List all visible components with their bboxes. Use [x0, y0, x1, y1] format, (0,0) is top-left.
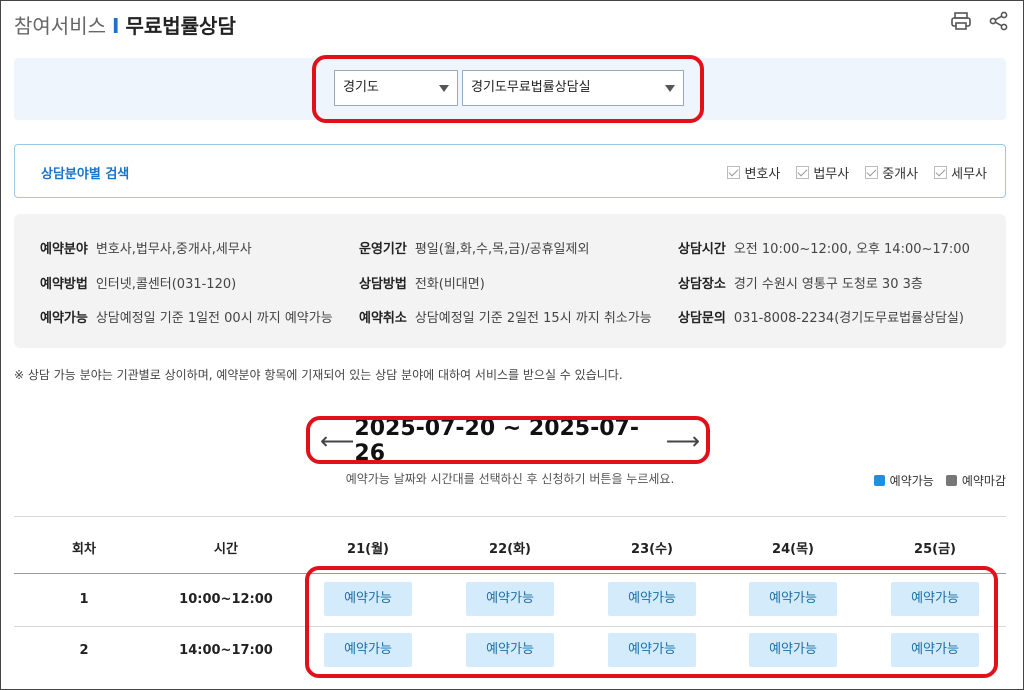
info-key: 상담장소 [678, 277, 726, 292]
breadcrumb-separator: I [112, 14, 120, 38]
legend-swatch-available [873, 475, 885, 486]
highlight-slots [305, 566, 998, 678]
info-place: 상담장소 경기 수원시 영통구 도청로 30 3층 [678, 273, 923, 292]
checkbox-realtor[interactable]: 중개사 [865, 163, 918, 182]
field-checkbox-group: 변호사 법무사 중개사 세무사 [727, 163, 987, 182]
col-header-round: 회차 [72, 542, 96, 557]
info-period: 운영기간 평일(월,화,수,목,금)/공휴일제외 [359, 238, 589, 257]
info-value: 평일(월,화,수,목,금)/공휴일제외 [414, 242, 590, 257]
checkbox-label: 법무사 [813, 167, 850, 182]
checkbox-legal-scrivener[interactable]: 법무사 [796, 163, 849, 182]
legend-label: 예약마감 [961, 474, 1006, 488]
checkbox-label: 변호사 [744, 167, 781, 182]
info-time: 상담시간 오전 10:00~12:00, 오후 14:00~17:00 [678, 238, 970, 257]
table-row-round: 2 [79, 643, 89, 658]
checkbox-lawyer[interactable]: 변호사 [727, 163, 780, 182]
info-consult: 상담방법 전화(비대면) [359, 273, 485, 292]
info-value: 상담예정일 기준 1일전 00시 까지 예약가능 [95, 311, 333, 326]
legend-available: 예약가능 [873, 472, 934, 489]
info-avail: 예약가능 상담예정일 기준 1일전 00시 까지 예약가능 [40, 307, 333, 326]
check-icon[interactable] [796, 166, 810, 179]
page-title: 무료법률상담 [125, 14, 236, 38]
check-icon[interactable] [727, 166, 741, 179]
check-icon[interactable] [865, 166, 879, 179]
info-value: 경기 수원시 영통구 도청로 30 3층 [733, 277, 923, 292]
print-icon[interactable] [950, 10, 972, 32]
col-header-day-23: 23(수) [631, 542, 673, 557]
legend-closed: 예약마감 [945, 472, 1006, 489]
check-icon[interactable] [934, 166, 948, 179]
info-key: 예약방법 [40, 277, 88, 292]
highlight-region-select [312, 55, 704, 123]
header-tools [950, 10, 1010, 32]
col-header-day-25: 25(금) [914, 542, 956, 557]
info-field: 예약분야 변호사,법무사,중개사,세무사 [40, 238, 252, 257]
field-search-panel: 상담분야별 검색 변호사 법무사 중개사 세무사 [14, 144, 1006, 198]
table-row-time: 14:00~17:00 [179, 643, 273, 658]
info-value: 인터넷,콜센터(031-120) [95, 277, 237, 292]
info-value: 상담예정일 기준 2일전 15시 까지 취소가능 [414, 311, 652, 326]
info-key: 상담방법 [359, 277, 407, 292]
info-value: 변호사,법무사,중개사,세무사 [95, 242, 252, 257]
page-header: 참여서비스 I 무료법률상담 [14, 10, 236, 39]
checkbox-label: 세무사 [951, 167, 987, 182]
col-header-day-24: 24(목) [772, 542, 814, 557]
info-value: 전화(비대면) [414, 277, 485, 292]
breadcrumb[interactable]: 참여서비스 [14, 14, 106, 38]
col-header-time: 시간 [214, 542, 238, 557]
legend: 예약가능 예약마감 [873, 472, 1006, 489]
info-key: 상담시간 [678, 242, 726, 257]
info-contact: 상담문의 031-8008-2234(경기도무료법률상담실) [678, 307, 964, 326]
info-key: 운영기간 [359, 242, 407, 257]
info-key: 예약가능 [40, 311, 88, 326]
table-row-round: 1 [79, 592, 89, 607]
info-method: 예약방법 인터넷,콜센터(031-120) [40, 273, 236, 292]
info-key: 예약취소 [359, 311, 407, 326]
col-header-day-22: 22(화) [489, 542, 531, 557]
table-top-border [14, 516, 1006, 517]
info-cancel: 예약취소 상담예정일 기준 2일전 15시 까지 취소가능 [359, 307, 652, 326]
notice-text: ※ 상담 가능 분야는 기관별로 상이하며, 예약분야 항목에 기재되어 있는 … [14, 368, 623, 382]
checkbox-label: 중개사 [882, 167, 919, 182]
field-search-title: 상담분야별 검색 [41, 167, 130, 182]
info-value: 오전 10:00~12:00, 오후 14:00~17:00 [733, 242, 970, 257]
table-row-time: 10:00~12:00 [179, 592, 273, 607]
col-header-day-21: 21(월) [347, 542, 389, 557]
info-key: 예약분야 [40, 242, 88, 257]
info-value: 031-8008-2234(경기도무료법률상담실) [733, 311, 964, 326]
highlight-date-range [306, 416, 710, 464]
checkbox-tax-accountant[interactable]: 세무사 [934, 163, 987, 182]
share-icon[interactable] [988, 10, 1010, 32]
guide-text: 예약가능 날짜와 시간대를 선택하신 후 신청하기 버튼을 누르세요. [345, 472, 675, 486]
info-key: 상담문의 [678, 311, 726, 326]
legend-swatch-closed [945, 475, 957, 486]
legend-label: 예약가능 [889, 474, 934, 488]
